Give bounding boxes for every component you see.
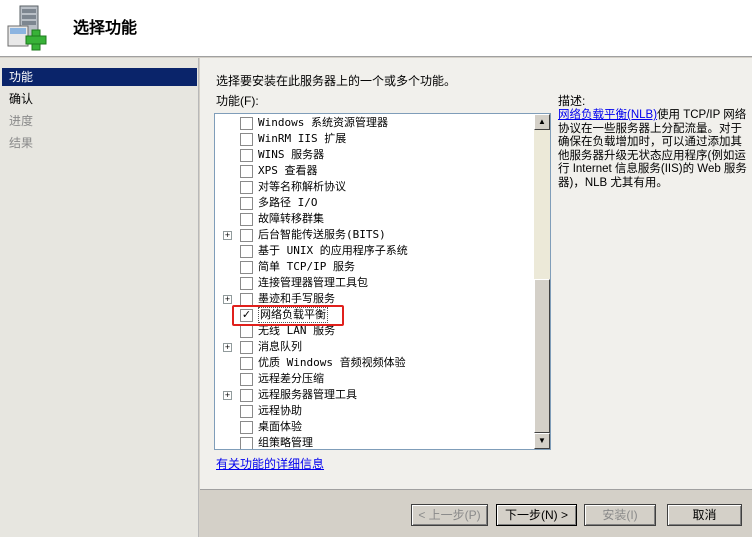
feature-checkbox[interactable] — [240, 245, 253, 258]
server-add-icon — [7, 5, 47, 51]
feature-checkbox[interactable] — [240, 133, 253, 146]
feature-row[interactable]: + 消息队列 — [215, 339, 533, 355]
feature-row[interactable]: 连接管理器管理工具包 — [215, 275, 533, 291]
scroll-down-button[interactable]: ▼ — [534, 433, 550, 449]
feature-checkbox[interactable] — [240, 197, 253, 210]
page-title: 选择功能 — [73, 20, 138, 37]
feature-row[interactable]: 优质 Windows 音频视频体验 — [215, 355, 533, 371]
feature-row[interactable]: WinRM IIS 扩展 — [215, 131, 533, 147]
cancel-button[interactable]: 取消 — [667, 504, 742, 526]
feature-label: 简单 TCP/IP 服务 — [258, 260, 355, 273]
install-button[interactable]: 安装(I) — [584, 504, 656, 526]
feature-row[interactable]: 故障转移群集 — [215, 211, 533, 227]
footer-divider — [200, 489, 752, 490]
feature-row[interactable]: 对等名称解析协议 — [215, 179, 533, 195]
feature-label: Windows 系统资源管理器 — [258, 116, 388, 129]
feature-row[interactable]: 桌面体验 — [215, 419, 533, 435]
features-tree[interactable]: 组策略管理 桌面体验 远程协助 + 远程服务器管理工具 远程差分压缩 优质 Windows … — [214, 113, 551, 450]
feature-row[interactable]: WINS 服务器 — [215, 147, 533, 163]
feature-label: 连接管理器管理工具包 — [258, 276, 368, 289]
feature-label: WinRM IIS 扩展 — [258, 132, 347, 145]
feature-row[interactable]: 基于 UNIX 的应用程序子系统 — [215, 243, 533, 259]
feature-checkbox[interactable] — [240, 389, 253, 402]
feature-label: 故障转移群集 — [258, 212, 324, 225]
feature-row[interactable]: XPS 查看器 — [215, 163, 533, 179]
feature-label: 优质 Windows 音频视频体验 — [258, 356, 406, 369]
feature-row[interactable]: + 墨迹和手写服务 — [215, 291, 533, 307]
feature-checkbox[interactable] — [240, 357, 253, 370]
feature-row[interactable]: 远程差分压缩 — [215, 371, 533, 387]
feature-row[interactable]: 简单 TCP/IP 服务 — [215, 259, 533, 275]
feature-checkbox[interactable]: ✓ — [240, 309, 253, 322]
feature-label: 基于 UNIX 的应用程序子系统 — [258, 244, 408, 257]
nav-item-progress: 进度 — [9, 114, 34, 128]
feature-label: 墨迹和手写服务 — [258, 292, 335, 305]
nav-item-results: 结果 — [9, 136, 34, 150]
description-label: 描述: — [558, 94, 586, 108]
main-content: 选择要安装在此服务器上的一个或多个功能。 功能(F): 组策略管理 桌面体验 远程协… — [200, 58, 752, 489]
feature-label: 组策略管理 — [258, 436, 313, 449]
scroll-up-button[interactable]: ▲ — [534, 114, 550, 130]
previous-button[interactable]: < 上一步(P) — [411, 504, 488, 526]
feature-checkbox[interactable] — [240, 213, 253, 226]
feature-checkbox[interactable] — [240, 261, 253, 274]
expand-icon[interactable]: + — [223, 391, 232, 400]
expand-icon[interactable]: + — [223, 231, 232, 240]
expand-icon[interactable]: + — [223, 295, 232, 304]
feature-row[interactable]: 组策略管理 — [215, 435, 533, 449]
nav-item-confirm[interactable]: 确认 — [2, 90, 197, 108]
vertical-scrollbar[interactable]: ▲ ▼ — [534, 114, 550, 449]
description-feature-link[interactable]: 网络负载平衡(NLB) — [558, 109, 657, 121]
feature-checkbox[interactable] — [240, 437, 253, 449]
wizard-header: 选择功能 — [0, 0, 752, 57]
wizard-nav: 功能 确认 进度 结果 — [0, 58, 199, 537]
feature-label: 远程协助 — [258, 404, 302, 417]
feature-label: 远程服务器管理工具 — [258, 388, 357, 401]
feature-checkbox[interactable] — [240, 421, 253, 434]
feature-label: 多路径 I/O — [258, 196, 318, 209]
feature-checkbox[interactable] — [240, 117, 253, 130]
feature-checkbox[interactable] — [240, 373, 253, 386]
feature-label: XPS 查看器 — [258, 164, 318, 177]
feature-label: 无线 LAN 服务 — [258, 324, 336, 337]
feature-row[interactable]: + 远程服务器管理工具 — [215, 387, 533, 403]
feature-row[interactable]: + 后台智能传送服务(BITS) — [215, 227, 533, 243]
scroll-thumb[interactable] — [534, 279, 550, 433]
feature-checkbox[interactable] — [240, 325, 253, 338]
feature-checkbox[interactable] — [240, 405, 253, 418]
feature-checkbox[interactable] — [240, 277, 253, 290]
feature-row[interactable]: ✓ 网络负载平衡 — [215, 307, 533, 323]
expand-icon[interactable]: + — [223, 343, 232, 352]
feature-checkbox[interactable] — [240, 229, 253, 242]
feature-checkbox[interactable] — [240, 341, 253, 354]
feature-checkbox[interactable] — [240, 181, 253, 194]
feature-label: 对等名称解析协议 — [258, 180, 346, 193]
intro-text: 选择要安装在此服务器上的一个或多个功能。 — [216, 74, 457, 88]
feature-checkbox[interactable] — [240, 149, 253, 162]
feature-row[interactable]: 无线 LAN 服务 — [215, 323, 533, 339]
feature-label: 桌面体验 — [258, 420, 302, 433]
feature-label: 后台智能传送服务(BITS) — [258, 228, 386, 241]
feature-checkbox[interactable] — [240, 293, 253, 306]
feature-row[interactable]: 多路径 I/O — [215, 195, 533, 211]
feature-label: 网络负载平衡 — [258, 307, 328, 323]
feature-label: 远程差分压缩 — [258, 372, 324, 385]
more-info-link[interactable]: 有关功能的详细信息 — [216, 455, 324, 472]
description-text: 网络负载平衡(NLB)使用 TCP/IP 网络协议在一些服务器上分配流量。对于确… — [558, 109, 748, 190]
feature-row[interactable]: 远程协助 — [215, 403, 533, 419]
nav-item-features[interactable]: 功能 — [2, 68, 197, 86]
next-button[interactable]: 下一步(N) > — [496, 504, 577, 526]
features-list-label: 功能(F): — [216, 94, 259, 108]
feature-label: 消息队列 — [258, 340, 302, 353]
feature-row[interactable]: Windows 系统资源管理器 — [215, 115, 533, 131]
feature-checkbox[interactable] — [240, 165, 253, 178]
feature-label: WINS 服务器 — [258, 148, 325, 161]
